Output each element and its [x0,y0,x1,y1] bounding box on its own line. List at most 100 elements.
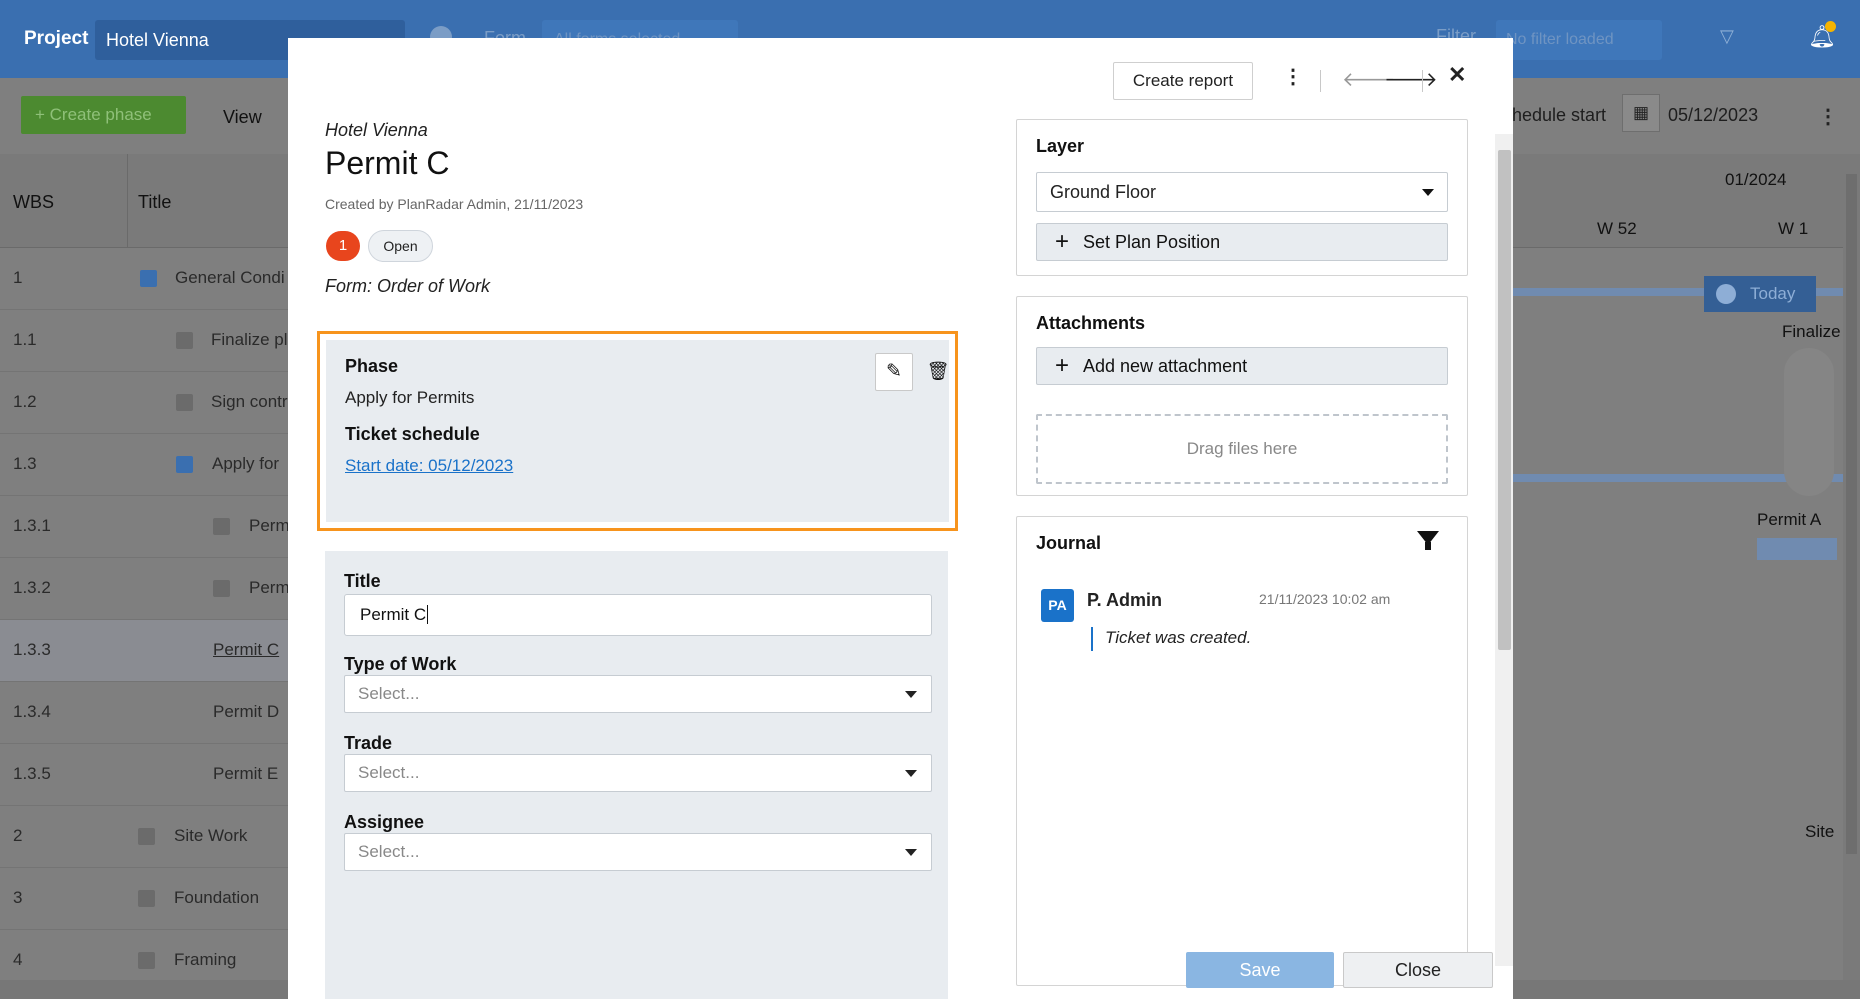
timeline-week: W 52 [1597,219,1637,238]
row-title: Framing [174,950,237,969]
timeline-week: W 1 [1778,219,1809,238]
row-title: Finalize pl [211,330,288,349]
row-title: Permit D [213,702,280,721]
table-row[interactable]: 1.3 Apply for [0,434,290,496]
row-title: Permit E [213,764,279,783]
collapse-toggle-icon[interactable] [176,394,193,411]
set-plan-position-label: Set Plan Position [1083,232,1221,252]
schedule-start-label: hedule start [1512,105,1607,125]
trash-icon[interactable]: 🗑︎ [923,356,953,386]
dialog-scrollbar[interactable] [1495,134,1513,966]
phase-label: Phase [345,356,399,376]
journal-timestamp: 21/11/2023 10:02 am [1259,591,1391,607]
wbs-column-header: WBS [13,192,55,212]
table-row[interactable]: 1.3.1 Perm [0,496,290,558]
journal-label: Journal [1036,533,1102,553]
title-input-value: Permit C [360,605,427,624]
collapse-toggle-icon[interactable] [176,332,193,349]
more-options-icon[interactable]: ⋮ [1283,64,1303,89]
collapse-toggle-icon[interactable] [138,952,155,969]
quote-bar [1091,627,1093,651]
set-plan-position-button[interactable]: + Set Plan Position [1036,223,1448,261]
collapse-toggle-icon[interactable] [140,270,157,287]
row-title: Sign contr [211,392,288,411]
journal-message: Ticket was created. [1105,628,1252,647]
plus-icon: + [1055,228,1070,255]
row-wbs: 1.2 [13,392,37,411]
arrow-right-icon[interactable]: 🡒 [1384,67,1438,92]
project-label: Project [24,28,89,49]
close-icon[interactable]: ✕ [1448,62,1466,88]
phase-section: Phase Apply for Permits Ticket schedule … [326,340,949,522]
collapse-toggle-icon[interactable] [138,890,155,907]
plus-icon: + [1055,352,1070,379]
scroll-thumb[interactable] [1846,174,1857,854]
trade-select[interactable]: Select... [344,754,932,792]
timeline-label: Finalize [1782,322,1841,341]
title-input[interactable]: Permit C [344,594,932,636]
layer-card: Layer Ground Floor + Set Plan Position [1016,119,1468,276]
file-dropzone[interactable]: Drag files here [1036,414,1448,484]
more-options-icon[interactable]: ⋮ [1818,104,1838,129]
chevron-down-icon [1422,189,1434,196]
filter-funnel-icon[interactable]: ▽ [1720,26,1734,47]
table-row-selected[interactable]: 1.3.3 Permit C [0,620,290,682]
table-row[interactable]: 1.2 Sign contr [0,372,290,434]
phase-value: Apply for Permits [345,388,475,407]
create-phase-button[interactable]: + Create phase [21,96,186,134]
zoom-slider[interactable] [1784,348,1834,496]
create-report-button[interactable]: Create report [1113,62,1253,100]
layer-value: Ground Floor [1050,182,1157,202]
start-date-link[interactable]: Start date: 05/12/2023 [345,456,513,476]
calendar-icon[interactable]: ▦ [1622,94,1660,132]
row-wbs: 4 [13,950,23,969]
table-row[interactable]: 3 Foundation [0,868,290,930]
today-button[interactable]: Today [1704,276,1816,312]
table-row[interactable]: 1.3.2 Perm [0,558,290,620]
close-button[interactable]: Close [1343,952,1493,988]
filter-select[interactable]: No filter loaded [1496,20,1662,60]
trade-label: Trade [344,733,393,753]
vertical-scrollbar[interactable] [1843,154,1860,980]
edit-icon[interactable]: ✎ [875,353,913,391]
table-row[interactable]: 1.3.5 Permit E [0,744,290,806]
table-row[interactable]: 2 Site Work [0,806,290,868]
layer-select[interactable]: Ground Floor [1036,172,1448,212]
timeline-label: Permit A [1757,510,1822,529]
row-title: Apply for [212,454,280,473]
ticket-form: Title Permit C Type of Work Select... Tr… [325,551,948,999]
create-phase-label: Create phase [49,105,152,124]
divider [1422,70,1423,92]
table-row[interactable]: 1.1 Finalize pl [0,310,290,372]
row-wbs: 1.3.4 [13,702,51,721]
collapse-toggle-icon[interactable] [138,828,155,845]
row-wbs: 1.3.5 [13,764,51,783]
add-attachment-button[interactable]: + Add new attachment [1036,347,1448,385]
created-by: Created by PlanRadar Admin, 21/11/2023 [325,196,584,212]
row-wbs: 1.3 [13,454,37,473]
row-title: General Condi [175,268,285,287]
project-name: Hotel Vienna [325,120,428,140]
title-field-label: Title [344,571,381,591]
priority-badge[interactable]: 1 [326,231,360,261]
status-badge[interactable]: Open [368,230,433,262]
collapse-toggle-icon[interactable] [213,518,230,535]
collapse-toggle-icon[interactable] [176,456,193,473]
scroll-thumb[interactable] [1498,150,1511,650]
attachments-card: Attachments + Add new attachment Drag fil… [1016,296,1468,496]
collapse-toggle-icon[interactable] [213,580,230,597]
save-button[interactable]: Save [1186,952,1334,988]
type-of-work-select[interactable]: Select... [344,675,932,713]
row-wbs: 1.3.1 [13,516,51,535]
filter-icon-stem[interactable] [1425,542,1431,550]
schedule-start-date[interactable]: 05/12/2023 [1668,105,1758,126]
assignee-select[interactable]: Select... [344,833,932,871]
table-row[interactable]: 1.3.4 Permit D [0,682,290,744]
table-row[interactable]: 1 General Condi [0,248,290,310]
row-wbs: 1.3.2 [13,578,51,597]
timeline-month: 01/2024 [1725,170,1787,189]
divider [1320,70,1321,92]
row-title-link[interactable]: Permit C [213,640,279,660]
avatar: PA [1041,589,1074,622]
row-wbs: 1.3.3 [13,640,51,659]
